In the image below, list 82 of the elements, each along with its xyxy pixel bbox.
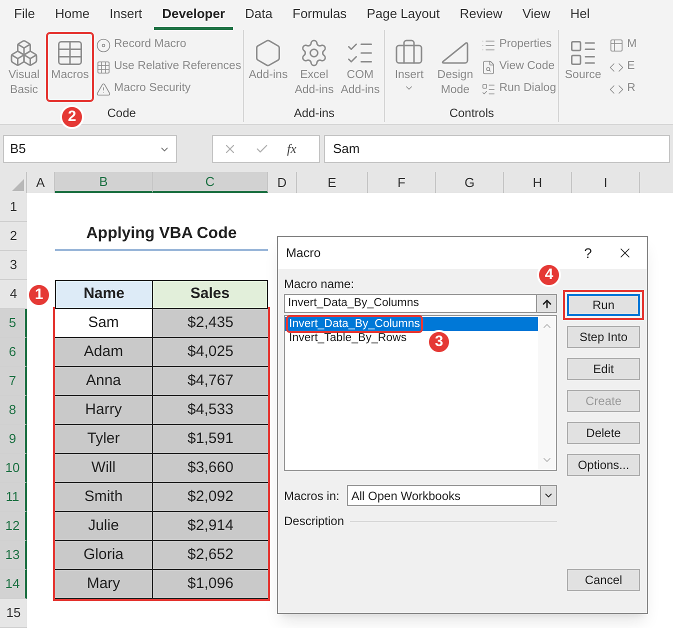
boxes-icon — [9, 38, 39, 68]
table-cell: $1,096 — [153, 570, 268, 599]
row-header[interactable]: 7 — [0, 367, 27, 396]
table-cell: $4,533 — [153, 396, 268, 425]
dialog-button[interactable]: Delete — [567, 422, 640, 444]
table-icon — [609, 38, 624, 52]
list-icon — [481, 82, 496, 96]
cancel-icon[interactable] — [223, 142, 237, 156]
table-cell: Julie — [55, 512, 153, 541]
macros-in-select[interactable]: All Open Workbooks — [347, 485, 557, 506]
table-cell: Will — [55, 454, 153, 483]
menu-tab[interactable]: Review — [452, 0, 510, 30]
scrollbar[interactable] — [538, 316, 556, 470]
table-cell: Adam — [55, 338, 153, 367]
function-button[interactable]: fx — [287, 139, 296, 159]
menu-tab[interactable]: Insert — [102, 0, 150, 30]
row-header[interactable]: 2 — [0, 222, 27, 251]
menu-tab[interactable]: Formulas — [284, 0, 355, 30]
section-label: Description — [284, 513, 344, 530]
column-header[interactable]: C — [153, 172, 268, 193]
name-box[interactable]: B5 — [3, 135, 177, 163]
table-cell: $2,914 — [153, 512, 268, 541]
row-header[interactable]: 11 — [0, 483, 27, 512]
row-header[interactable]: 9 — [0, 425, 27, 454]
table-cell: $4,767 — [153, 367, 268, 396]
callout-badge: 2 — [60, 105, 84, 129]
row-header[interactable]: 8 — [0, 396, 27, 425]
callout-badge: 3 — [427, 330, 451, 354]
table-cell: $2,092 — [153, 483, 268, 512]
menu-tab[interactable]: File — [6, 0, 43, 30]
column-header[interactable]: B — [55, 172, 153, 193]
select-all-icon[interactable] — [12, 179, 24, 191]
menu-tab[interactable]: Hel — [562, 0, 598, 30]
table-cell: Tyler — [55, 425, 153, 454]
callout-badge: 4 — [537, 263, 561, 287]
dialog-button[interactable]: Step Into — [567, 326, 640, 348]
row-header[interactable]: 5 — [0, 309, 27, 338]
callout-badge: 1 — [27, 283, 51, 307]
table-cell: Sam — [55, 309, 153, 338]
table-cell: Mary — [55, 570, 153, 599]
menu-tab[interactable]: Page Layout — [358, 0, 448, 30]
menu-tab[interactable]: Data — [237, 0, 280, 30]
cancel-button[interactable]: Cancel — [567, 569, 640, 591]
table-icon — [55, 38, 85, 68]
row-header[interactable]: 3 — [0, 251, 27, 280]
table-header-cell: Sales — [153, 280, 268, 309]
record-icon — [96, 38, 111, 52]
table-cell: Anna — [55, 367, 153, 396]
group-label: Code — [107, 105, 136, 122]
formula-field[interactable]: Sam — [324, 135, 670, 163]
help-button[interactable]: ? — [573, 242, 603, 264]
row-header[interactable]: 10 — [0, 454, 27, 483]
file-search-icon — [481, 60, 496, 74]
row-header[interactable]: 13 — [0, 541, 27, 570]
menu-tab[interactable]: View — [514, 0, 558, 30]
row-header[interactable]: 1 — [0, 193, 27, 222]
dialog-title: Macro — [286, 244, 322, 262]
dialog-button[interactable]: Options... — [567, 454, 640, 476]
table-cell: $2,435 — [153, 309, 268, 338]
dialog-button[interactable]: Edit — [567, 358, 640, 380]
field-label: Macro name: — [284, 277, 356, 292]
table-cell: $3,660 — [153, 454, 268, 483]
warning-icon — [96, 82, 111, 96]
group-label: Controls — [449, 105, 494, 122]
menu-tab[interactable]: Home — [46, 0, 98, 30]
table-cell: $4,025 — [153, 338, 268, 367]
macro-list-item[interactable]: Invert_Table_By_Rows — [288, 331, 408, 345]
table-cell: $1,591 — [153, 425, 268, 454]
group-label: Add-ins — [294, 105, 335, 122]
table-header-cell: Name — [55, 280, 153, 309]
macro-list-item[interactable]: Invert_Data_By_Columns — [288, 317, 422, 331]
row-header[interactable]: 6 — [0, 338, 27, 367]
row-header[interactable]: 14 — [0, 570, 27, 599]
table-cell: Harry — [55, 396, 153, 425]
table-cell: $2,652 — [153, 541, 268, 570]
grid-icon — [96, 60, 111, 74]
table-cell: Gloria — [55, 541, 153, 570]
table-cell: Smith — [55, 483, 153, 512]
field-label: Macros in: — [284, 488, 340, 504]
row-header[interactable]: 15 — [0, 599, 27, 628]
sheet-title: Applying VBA Code — [55, 222, 268, 251]
row-header[interactable]: 12 — [0, 512, 27, 541]
